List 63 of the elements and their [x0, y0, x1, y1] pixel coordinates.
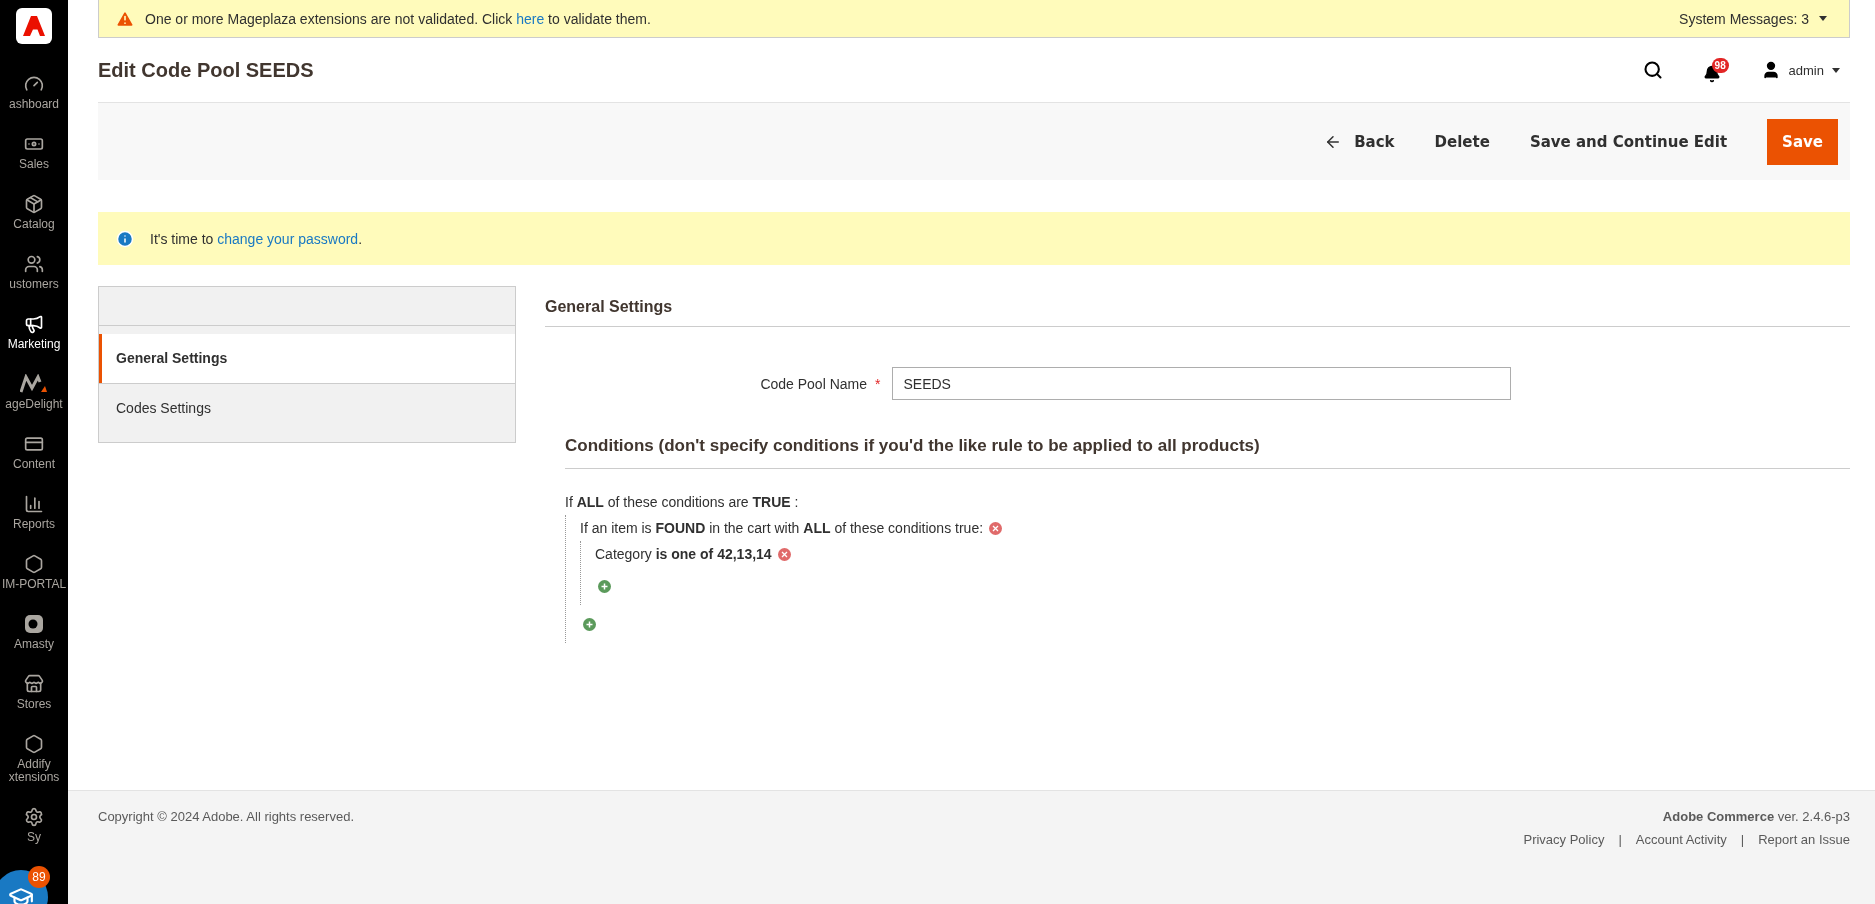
sidebar-item[interactable]: IM-PORTAL	[0, 554, 68, 591]
add-icon[interactable]	[583, 617, 596, 631]
tab[interactable]: General Settings	[99, 334, 515, 383]
notice-text: It's time to change your password.	[150, 230, 362, 247]
footer-link[interactable]: Report an Issue	[1758, 832, 1850, 847]
section-title: General Settings	[545, 286, 1850, 327]
sidebar-item[interactable]: Marketing	[0, 314, 68, 351]
amasty-icon	[24, 614, 44, 634]
sidebar-item[interactable]: Catalog	[0, 194, 68, 231]
logo-icon[interactable]	[16, 8, 52, 44]
separator: |	[1618, 832, 1622, 847]
count-badge: 98	[1711, 57, 1729, 73]
gauge-icon	[24, 74, 44, 94]
sidebar-item[interactable]: Sy	[0, 807, 68, 844]
sidebar-item[interactable]: Sales	[0, 134, 68, 171]
sidebar-item[interactable]: Stores	[0, 674, 68, 711]
here-link[interactable]: here	[516, 10, 545, 27]
sidebar-item[interactable]: ashboard	[0, 74, 68, 111]
people-icon	[24, 254, 44, 274]
hexagon-icon	[24, 734, 44, 754]
required-mark: *	[875, 375, 881, 392]
system-messages-toggle[interactable]: System Messages: 3	[1673, 9, 1833, 28]
footer-link[interactable]: Privacy Policy	[1523, 832, 1605, 847]
back-button[interactable]: Back	[1324, 118, 1395, 165]
change-password-link[interactable]: change your password	[217, 230, 359, 247]
bar-chart-icon	[24, 494, 44, 514]
box-icon	[24, 194, 44, 214]
sidebar-item[interactable]: Amasty	[0, 614, 68, 651]
sidebar-item[interactable]: Content	[0, 434, 68, 471]
store-icon	[24, 674, 44, 694]
condition-text: If ALL of these conditions are TRUE :	[565, 494, 799, 510]
footer-link[interactable]: Account Activity	[1635, 832, 1727, 847]
megaphone-icon	[24, 314, 44, 334]
info-icon	[116, 229, 134, 248]
user-menu[interactable]: admin	[1760, 60, 1840, 80]
action-button[interactable]: Delete	[1434, 118, 1490, 165]
add-icon[interactable]	[598, 579, 611, 593]
count-badge: 89	[28, 866, 50, 888]
conditions-title: Conditions (don't specify conditions if you'd the like rule to be applied to all products)	[565, 436, 1850, 469]
zigzag-icon	[20, 374, 48, 394]
copyright-text: Copyright © 2024 Adobe. All rights reserved.	[98, 809, 354, 826]
version-text: Adobe Commerce ver. 2.4.6-p3	[1662, 809, 1850, 824]
layout-icon	[24, 434, 44, 454]
settings-icon	[24, 807, 44, 827]
input-field[interactable]: SEEDS	[892, 367, 1512, 400]
search-icon	[1642, 60, 1663, 80]
sidebar-item[interactable]: Addify xtensions	[0, 734, 68, 784]
page-title: Edit Code Pool SEEDS	[98, 58, 315, 82]
search-button[interactable]	[1642, 60, 1663, 80]
action-button[interactable]: Save and Continue Edit	[1529, 118, 1728, 165]
notifications-button[interactable]: 98	[1702, 57, 1729, 83]
sidebar-item[interactable]: Reports	[0, 494, 68, 531]
field-label: Code Pool Name	[759, 375, 868, 392]
remove-icon[interactable]	[777, 547, 791, 561]
save-button[interactable]: Save	[1767, 118, 1838, 165]
condition-text: Category is one of 42,13,14	[595, 546, 772, 562]
system-message-text: One or more Mageplaza extensions are not validated. Click here to validate them.	[145, 10, 652, 27]
remove-icon[interactable]	[989, 521, 1003, 535]
condition-text: If an item is FOUND in the cart with ALL of these conditions true:	[580, 520, 984, 536]
sidebar-item[interactable]: ageDelight	[0, 374, 68, 411]
separator: |	[1740, 832, 1745, 847]
hexagon-icon	[24, 554, 44, 574]
sidebar-item[interactable]: ustomers	[0, 254, 68, 291]
